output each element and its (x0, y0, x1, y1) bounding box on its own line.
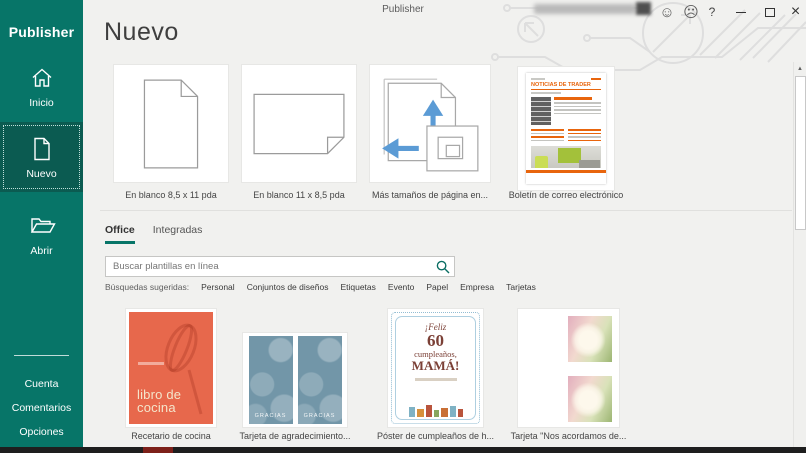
sidebar-item-inicio[interactable]: Inicio (0, 62, 83, 116)
publisher-backstage-window: Publisher Inicio Nuevo Abrir Cuenta Come… (0, 0, 806, 453)
template-poster-cumpleanos[interactable]: ¡Feliz 60 cumpleaños, MAMÁ! Póster de cu… (377, 308, 494, 441)
sidebar-item-label: Inicio (29, 97, 54, 109)
suggested-search-conjuntos[interactable]: Conjuntos de diseños (247, 282, 329, 292)
birthday-poster-preview: ¡Feliz 60 cumpleaños, MAMÁ! (388, 309, 483, 427)
sidebar-item-abrir[interactable]: Abrir (0, 210, 83, 266)
help-icon: ? (708, 5, 716, 19)
poster-text: ¡Feliz 60 cumpleaños, MAMÁ! (388, 322, 483, 381)
sidebar-item-comentarios[interactable]: Comentarios (0, 402, 83, 414)
suggested-search-empresa[interactable]: Empresa (460, 282, 494, 292)
template-thumbnail: GRACIAS GRACIAS (242, 332, 348, 428)
template-email-newsletter[interactable]: NOTICIAS DE TRADER Boletín de correo ele… (509, 66, 623, 200)
sidebar-item-cuenta[interactable]: Cuenta (0, 378, 83, 390)
cookbook-title: libro de cocina (137, 387, 182, 415)
feedback-happy-button[interactable]: ☺ (655, 0, 679, 24)
more-page-sizes-icon (382, 78, 479, 171)
template-more-page-sizes[interactable]: Más tamaños de página en... (369, 64, 491, 200)
template-recetario-de-cocina[interactable]: libro de cocina Recetario de cocina (125, 308, 217, 441)
smiley-sad-icon: ☹ (683, 4, 699, 21)
cookbook-cover-preview: libro de cocina (129, 312, 213, 424)
template-thumbnail (517, 308, 620, 428)
minimize-icon (736, 11, 746, 13)
sidebar-item-label: Abrir (30, 245, 53, 257)
blank-page-landscape-icon (253, 93, 345, 154)
thank-you-card-preview: GRACIAS (248, 336, 293, 424)
author-line-placeholder (138, 362, 164, 365)
poster-caption-placeholder (414, 377, 457, 381)
taskbar-edge (0, 447, 806, 453)
account-avatar-redacted (636, 2, 651, 15)
template-thumbnail (369, 64, 491, 183)
app-name: Publisher (8, 24, 75, 40)
help-button[interactable]: ? (702, 0, 722, 24)
flower-photo (568, 316, 612, 362)
suggested-search-papel[interactable]: Papel (426, 282, 448, 292)
close-button[interactable]: × (785, 0, 806, 24)
suggested-searches-label: Búsquedas sugeridas: (105, 282, 190, 292)
scroll-up-arrow-icon[interactable]: ▲ (794, 63, 806, 75)
template-tarjeta-nos-acordamos[interactable]: Tarjeta "Nos acordamos de... (511, 308, 626, 441)
blank-page-portrait-icon (143, 78, 199, 169)
houses-illustration (400, 405, 471, 417)
open-folder-icon (30, 214, 56, 238)
account-name-redacted (534, 4, 636, 14)
template-tarjeta-agradecimiento[interactable]: GRACIAS GRACIAS Tarjeta de agradecimient… (239, 308, 351, 441)
tab-integradas[interactable]: Integradas (153, 224, 203, 244)
close-icon: × (790, 3, 801, 20)
suggested-searches: Búsquedas sugeridas: Personal Conjuntos … (105, 282, 536, 292)
template-blank-portrait[interactable]: En blanco 8,5 x 11 pda (113, 64, 229, 200)
suggested-search-tarjetas[interactable]: Tarjetas (506, 282, 536, 292)
restore-button[interactable] (757, 0, 783, 24)
taskbar-edge-accent (143, 447, 173, 453)
template-blank-landscape[interactable]: En blanco 11 x 8,5 pda (241, 64, 357, 200)
search-icon[interactable] (436, 260, 450, 274)
section-divider (100, 210, 792, 211)
feedback-sad-button[interactable]: ☹ (679, 0, 703, 24)
search-input[interactable] (106, 257, 441, 276)
gracias-text: GRACIAS (254, 413, 287, 419)
sidebar-item-label: Nuevo (26, 168, 57, 180)
new-document-icon (30, 137, 54, 161)
gracias-text: GRACIAS (303, 413, 336, 419)
vertical-scrollbar[interactable]: ▲ (793, 62, 806, 448)
template-label: Tarjeta de agradecimiento... (239, 431, 351, 441)
suggested-search-etiquetas[interactable]: Etiquetas (340, 282, 375, 292)
sidebar-divider (14, 355, 69, 356)
newsletter-preview-title: NOTICIAS DE TRADER (531, 82, 601, 90)
page-title: Nuevo (104, 18, 179, 46)
sidebar-item-opciones[interactable]: Opciones (0, 426, 83, 438)
tab-office[interactable]: Office (105, 224, 135, 244)
template-thumbnail: ¡Feliz 60 cumpleaños, MAMÁ! (387, 308, 484, 428)
template-thumbnail (241, 64, 357, 183)
home-icon (30, 66, 54, 90)
minimize-button[interactable] (728, 0, 754, 24)
thank-you-card-preview: GRACIAS (297, 336, 342, 424)
newsletter-preview: NOTICIAS DE TRADER (526, 73, 606, 184)
suggested-search-personal[interactable]: Personal (201, 282, 235, 292)
template-thumbnail: libro de cocina (125, 308, 217, 428)
template-label: Boletín de correo electrónico (508, 190, 624, 200)
template-thumbnail (113, 64, 229, 183)
template-search-box (105, 256, 455, 277)
template-source-tabs: Office Integradas (105, 224, 202, 244)
template-thumbnail: NOTICIAS DE TRADER (517, 66, 615, 191)
template-label: Tarjeta "Nos acordamos de... (510, 431, 627, 441)
sidebar: Publisher Inicio Nuevo Abrir Cuenta Come… (0, 0, 83, 453)
restore-icon (765, 7, 775, 17)
smiley-happy-icon: ☺ (659, 3, 675, 21)
flower-photo (568, 376, 612, 422)
sidebar-item-nuevo[interactable]: Nuevo (0, 122, 83, 192)
memorial-card-preview (518, 309, 619, 427)
suggested-search-evento[interactable]: Evento (388, 282, 414, 292)
scrollbar-thumb[interactable] (795, 76, 806, 230)
